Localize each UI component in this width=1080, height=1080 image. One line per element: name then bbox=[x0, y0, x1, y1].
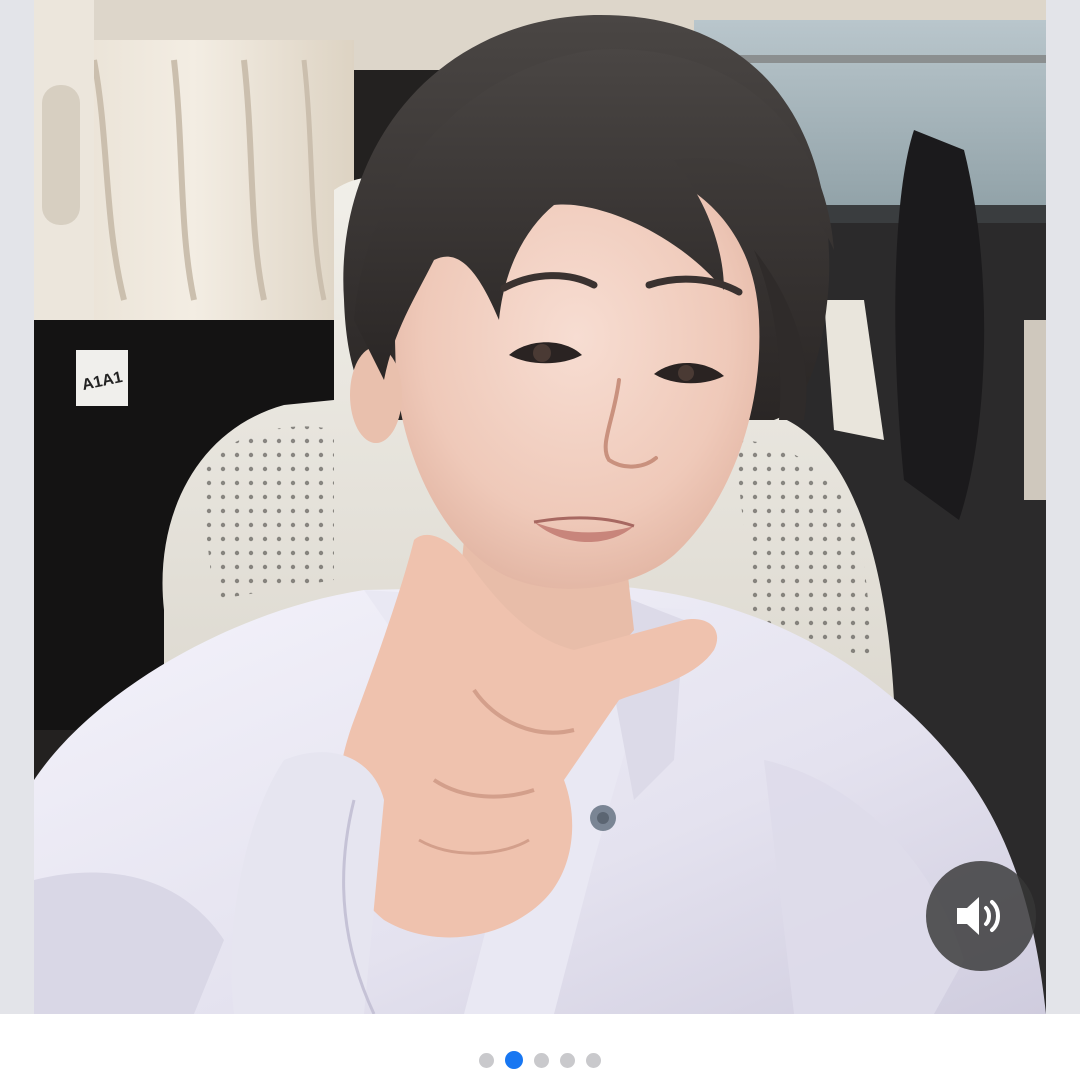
pagination-dot[interactable] bbox=[560, 1052, 575, 1068]
sound-toggle-button[interactable] bbox=[926, 861, 1036, 971]
pagination-dot[interactable] bbox=[534, 1052, 549, 1068]
pagination-dot[interactable] bbox=[479, 1052, 494, 1068]
right-edge-rail bbox=[1046, 0, 1080, 1014]
left-edge-rail bbox=[0, 0, 34, 1014]
speaker-on-icon bbox=[957, 897, 1000, 935]
pagination-dot-active[interactable] bbox=[505, 1051, 523, 1069]
photo-frame[interactable]: A1A1 bbox=[34, 0, 1046, 1014]
media-viewer: A1A1 bbox=[0, 0, 1080, 1080]
pagination-dot[interactable] bbox=[586, 1052, 601, 1068]
selfie-photo: A1A1 bbox=[34, 0, 1046, 1014]
carousel-pagination bbox=[0, 1048, 1080, 1072]
